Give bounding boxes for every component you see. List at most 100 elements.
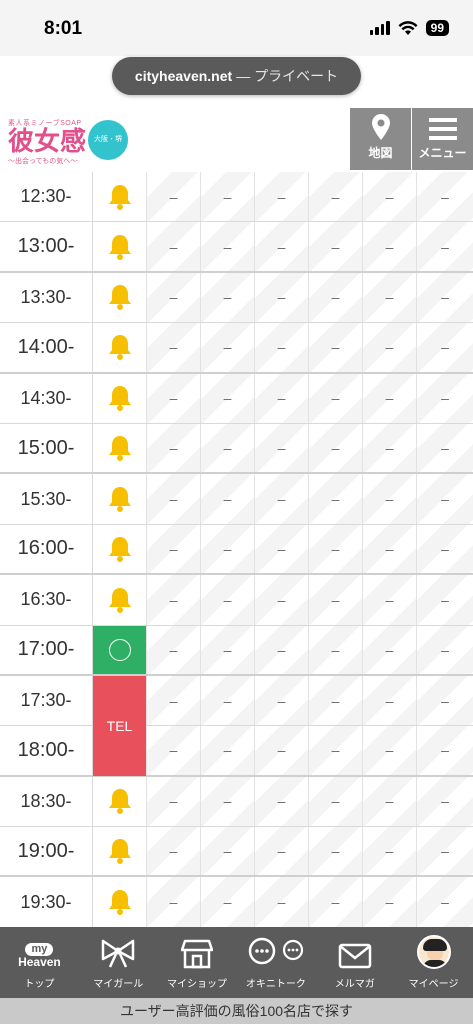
bell-icon — [108, 789, 131, 815]
slot-empty: – — [201, 524, 255, 574]
slot-empty: – — [363, 524, 417, 574]
map-button[interactable]: 地図 — [350, 108, 411, 170]
nav-mailmag[interactable]: メルマガ — [315, 927, 394, 998]
slot-empty: – — [147, 272, 201, 323]
nav-mypage[interactable]: マイページ — [394, 927, 473, 998]
nav-okini-label: オキニトーク — [245, 979, 306, 990]
slot-today[interactable] — [93, 877, 147, 927]
slot-empty: – — [309, 675, 363, 726]
schedule-row: 13:00- – – – – – – — [0, 222, 473, 273]
slot-empty: – — [201, 222, 255, 271]
bell-icon — [108, 890, 131, 916]
bell-icon — [108, 839, 131, 865]
top100-banner[interactable]: ユーザー高評価の風俗100名店で探す — [0, 998, 473, 1024]
slot-empty: – — [417, 726, 473, 775]
slot-empty: – — [201, 373, 255, 423]
slot-today[interactable] — [93, 524, 147, 574]
slot-empty: – — [147, 575, 201, 625]
url-host: cityheaven.net — [134, 68, 233, 84]
nav-myshop-label: マイショップ — [167, 979, 228, 990]
slot-empty: – — [147, 877, 201, 927]
slot-today[interactable] — [93, 575, 147, 625]
slot-empty: – — [201, 877, 255, 927]
slot-empty: – — [255, 877, 309, 927]
slot-empty: – — [309, 373, 363, 423]
myheaven-word: Heaven — [18, 955, 61, 969]
slot-empty: – — [417, 474, 473, 524]
slot-today[interactable] — [93, 222, 147, 271]
ribbon-icon — [101, 939, 135, 968]
slot-empty: – — [201, 776, 255, 827]
nav-myshop[interactable]: マイショップ — [158, 927, 237, 998]
slot-empty: – — [147, 625, 201, 674]
schedule-row: 17:00- – – – – – – — [0, 625, 473, 676]
slot-empty: – — [147, 776, 201, 827]
slot-empty: – — [147, 423, 201, 473]
slot-empty: – — [417, 827, 473, 876]
slot-empty: – — [147, 474, 201, 524]
chat-bubbles-icon — [248, 937, 303, 965]
slot-empty: – — [309, 625, 363, 674]
slot-empty: – — [255, 323, 309, 372]
hamburger-icon — [428, 118, 457, 140]
schedule-row: 15:30- – – – – – – — [0, 474, 473, 525]
tel-reserve-button[interactable]: TEL — [93, 676, 146, 776]
slot-today[interactable] — [93, 272, 147, 323]
slot-empty: – — [363, 575, 417, 625]
slot-empty: – — [363, 222, 417, 271]
nav-okini-talk[interactable]: オキニトーク — [236, 927, 315, 998]
nav-top[interactable]: my Heaven トップ — [0, 927, 79, 998]
bell-icon — [108, 184, 131, 210]
slot-empty: – — [147, 222, 201, 271]
schedule-row: 18:00- – – – – – – — [0, 726, 473, 777]
slot-empty: – — [417, 222, 473, 271]
slot-today[interactable] — [93, 373, 147, 423]
time-label: 17:30- — [0, 675, 93, 726]
slot-empty: – — [147, 323, 201, 372]
bell-icon — [108, 386, 131, 412]
slot-empty: – — [309, 323, 363, 372]
time-label: 13:30- — [0, 272, 93, 323]
slot-empty: – — [201, 726, 255, 775]
time-label: 17:00- — [0, 625, 93, 674]
slot-empty: – — [309, 575, 363, 625]
shop-logo[interactable]: 素人系ミノーブSOAP 彼女感 〜出会ってもの気へ〜 大阪・堺 — [8, 118, 138, 172]
status-icons: 99 — [369, 20, 449, 36]
slot-empty: – — [363, 776, 417, 827]
slot-today[interactable] — [93, 474, 147, 524]
wifi-icon — [398, 20, 418, 35]
time-label: 19:00- — [0, 827, 93, 876]
schedule-row: 14:00- – – – – – – — [0, 323, 473, 374]
schedule-row: 14:30- – – – – – – — [0, 373, 473, 424]
schedule-row: 16:30- – – – – – – — [0, 575, 473, 626]
slot-empty: – — [201, 172, 255, 222]
schedule-row: 15:00- – – – – – – — [0, 423, 473, 475]
menu-button[interactable]: メニュー — [412, 108, 473, 170]
slot-today[interactable] — [93, 625, 147, 674]
time-label: 14:30- — [0, 373, 93, 423]
slot-empty: – — [255, 172, 309, 222]
slot-empty: – — [255, 524, 309, 574]
bell-icon — [108, 436, 131, 462]
slot-today[interactable] — [93, 323, 147, 372]
slot-today[interactable] — [93, 776, 147, 827]
schedule-row: 18:30- – – – – – – — [0, 776, 473, 828]
slot-empty: – — [309, 474, 363, 524]
slot-empty: – — [363, 877, 417, 927]
slot-empty: – — [147, 172, 201, 222]
slot-empty: – — [255, 776, 309, 827]
slot-empty: – — [417, 423, 473, 473]
slot-today[interactable] — [93, 827, 147, 876]
slot-today[interactable] — [93, 423, 147, 473]
nav-mygirl-label: マイガール — [93, 979, 144, 990]
browser-url-pill[interactable]: cityheaven.net — プライベート — [112, 57, 361, 95]
slot-empty: – — [309, 222, 363, 271]
slot-today[interactable] — [93, 172, 147, 222]
slot-empty: – — [363, 272, 417, 323]
nav-mygirl[interactable]: マイガール — [79, 927, 158, 998]
time-label: 15:30- — [0, 474, 93, 524]
slot-empty: – — [201, 575, 255, 625]
schedule-row: 19:00- – – – – – – — [0, 827, 473, 878]
slot-empty: – — [417, 575, 473, 625]
slot-empty: – — [201, 827, 255, 876]
